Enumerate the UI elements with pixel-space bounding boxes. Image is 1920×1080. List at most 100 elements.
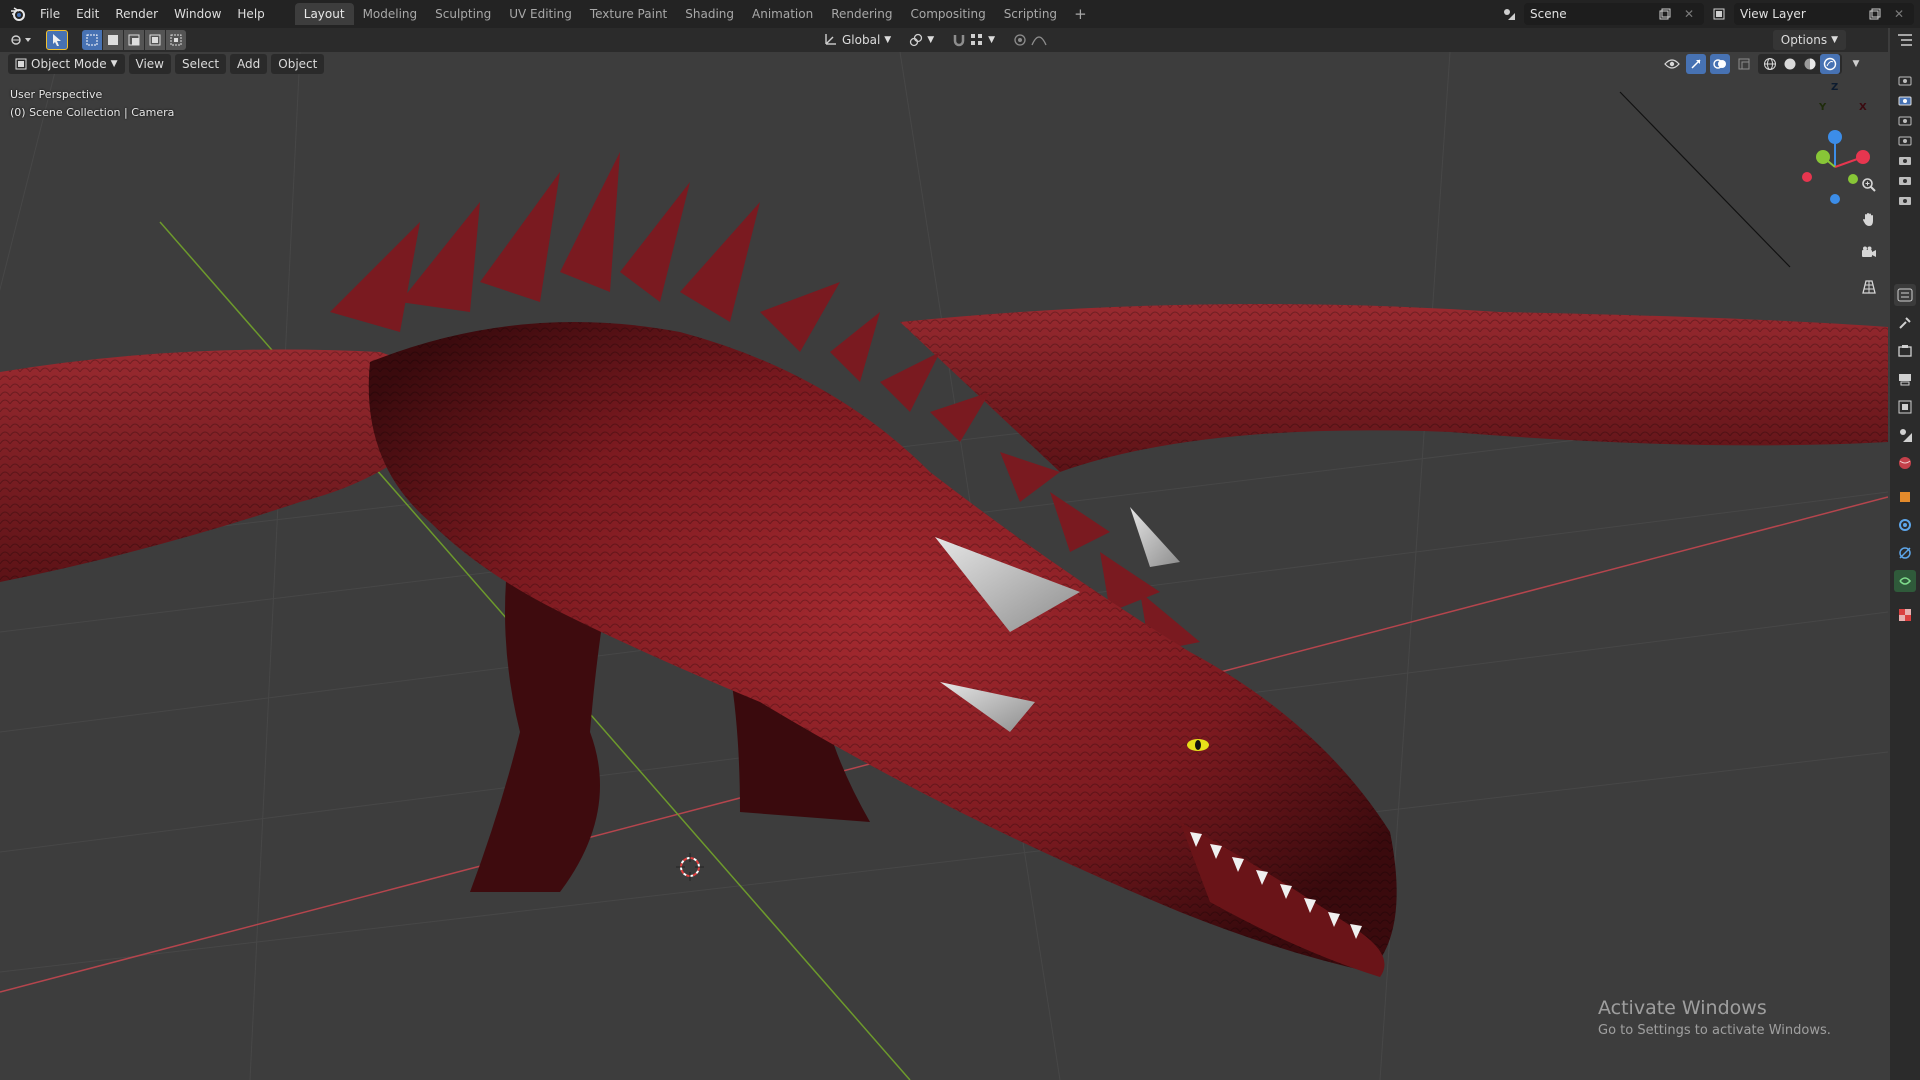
render-properties-icon[interactable] [1894,340,1916,362]
object-mode-dropdown[interactable]: Object Mode ▼ [8,54,125,74]
tab-layout[interactable]: Layout [294,3,354,25]
proportional-editing-toggle[interactable] [1007,30,1053,50]
physics-properties-icon[interactable] [1894,542,1916,564]
tab-shading[interactable]: Shading [676,3,743,25]
pan-hand-icon[interactable] [1856,206,1882,232]
pivot-point-dropdown[interactable]: ▼ [903,30,940,50]
overlays-toggle-icon[interactable] [1710,54,1730,74]
camera-visibility-icon[interactable] [1896,132,1914,148]
camera-visibility-icon[interactable] [1896,172,1914,188]
tab-sculpting[interactable]: Sculpting [426,3,500,25]
menu-file[interactable]: File [32,3,68,25]
viewport-header-right: ▼ [1662,54,1866,74]
xray-toggle-icon[interactable] [1734,54,1754,74]
wireframe-shading-icon[interactable] [1760,54,1780,74]
orientation-label: Global [842,33,881,47]
add-workspace-button[interactable]: + [1066,5,1095,23]
menu-select[interactable]: Select [175,54,227,74]
pivot-icon [910,33,923,47]
falloff-curve-icon [1031,36,1047,46]
camera-visibility-icon[interactable] [1896,112,1914,128]
close-view-layer-icon[interactable]: ✕ [1890,5,1908,23]
mode-label: Object Mode [31,57,107,71]
menu-object[interactable]: Object [271,54,325,74]
view-layer-box: View Layer ✕ [1734,3,1914,25]
camera-visibility-icon[interactable] [1896,92,1914,108]
chevron-down-icon: ▼ [927,35,935,45]
chevron-down-icon: ▼ [110,59,118,69]
close-scene-icon[interactable]: ✕ [1680,5,1698,23]
tab-texture-paint[interactable]: Texture Paint [581,3,676,25]
menu-add[interactable]: Add [230,54,268,74]
new-view-layer-icon[interactable] [1866,5,1884,23]
menu-help[interactable]: Help [229,3,272,25]
gizmo-z-label[interactable]: Z [1831,82,1838,93]
zoom-icon[interactable] [1856,172,1882,198]
select-cursor-icon[interactable] [46,30,68,50]
gizmo-y-label[interactable]: Y [1819,102,1826,113]
view-layer-field[interactable]: View Layer [1740,7,1860,21]
menu-edit[interactable]: Edit [68,3,107,25]
select-intersect-icon[interactable] [166,30,186,50]
tab-modeling[interactable]: Modeling [354,3,427,25]
snap-increment-icon [971,34,983,45]
3d-cursor [676,853,704,881]
texture-properties-icon[interactable] [1894,604,1916,626]
view-layer-properties-icon[interactable] [1894,396,1916,418]
tab-animation[interactable]: Animation [743,3,822,25]
tab-scripting[interactable]: Scripting [995,3,1066,25]
chevron-down-icon: ▼ [1831,35,1838,45]
scene-name-field[interactable]: Scene [1530,7,1650,21]
tab-compositing[interactable]: Compositing [901,3,994,25]
gizmo-toggle-icon[interactable] [1686,54,1706,74]
selection-mode-group [82,30,186,50]
options-dropdown[interactable]: Options ▼ [1772,30,1846,50]
tab-uv-editing[interactable]: UV Editing [500,3,581,25]
scene-controls: Scene ✕ View Layer ✕ [1500,3,1914,25]
new-scene-icon[interactable] [1656,5,1674,23]
scene-properties-icon[interactable] [1894,424,1916,446]
menu-window[interactable]: Window [166,3,229,25]
ortho-grid-icon[interactable] [1856,274,1882,300]
shading-options-chevron-icon[interactable]: ▼ [1846,54,1866,74]
visibility-eye-icon[interactable] [1662,54,1682,74]
select-invert-icon[interactable] [145,30,165,50]
tool-settings-header: Global ▼ ▼ ▼ Options ▼ [0,28,1888,52]
scene-selector-icon[interactable] [1500,5,1518,23]
camera-visibility-icon[interactable] [1896,192,1914,208]
snapping-dropdown[interactable]: ▼ [946,30,1001,50]
constraint-properties-icon[interactable] [1894,570,1916,592]
active-tool-icon[interactable] [1894,312,1916,334]
object-mode-icon [15,58,27,70]
camera-visibility-icon[interactable] [1896,72,1914,88]
tab-rendering[interactable]: Rendering [822,3,901,25]
gizmo-x-label[interactable]: X [1859,102,1867,113]
camera-view-icon[interactable] [1856,240,1882,266]
select-extend-icon[interactable] [103,30,123,50]
view-layer-selector-icon[interactable] [1710,5,1728,23]
editor-type-icon[interactable] [10,30,32,50]
scene-field-box: Scene ✕ [1524,3,1704,25]
output-properties-icon[interactable] [1894,368,1916,390]
3d-viewport[interactable]: Z X Y User Perspective (0) Scene Collect… [0,52,1888,1080]
chevron-down-icon: ▼ [884,35,892,45]
material-preview-icon[interactable] [1800,54,1820,74]
modifier-properties-icon[interactable] [1894,514,1916,536]
menu-render[interactable]: Render [107,3,166,25]
transform-orientation-dropdown[interactable]: Global ▼ [818,30,897,50]
tool-properties-icon[interactable] [1894,284,1916,306]
world-properties-icon[interactable] [1894,452,1916,474]
object-properties-icon[interactable] [1894,486,1916,508]
blender-logo-icon[interactable] [4,0,32,28]
solid-shading-icon[interactable] [1780,54,1800,74]
rendered-shading-icon[interactable] [1820,54,1840,74]
select-subtract-icon[interactable] [124,30,144,50]
menu-view[interactable]: View [128,54,171,74]
viewport-nav-tools [1856,172,1882,300]
outliner-icon[interactable] [1896,32,1914,51]
horn-3 [1130,507,1180,567]
camera-visibility-icon[interactable] [1896,152,1914,168]
select-new-icon[interactable] [82,30,102,50]
collection-label: (0) Scene Collection | Camera [10,106,175,119]
activation-subtitle: Go to Settings to activate Windows. [1598,1023,1831,1038]
